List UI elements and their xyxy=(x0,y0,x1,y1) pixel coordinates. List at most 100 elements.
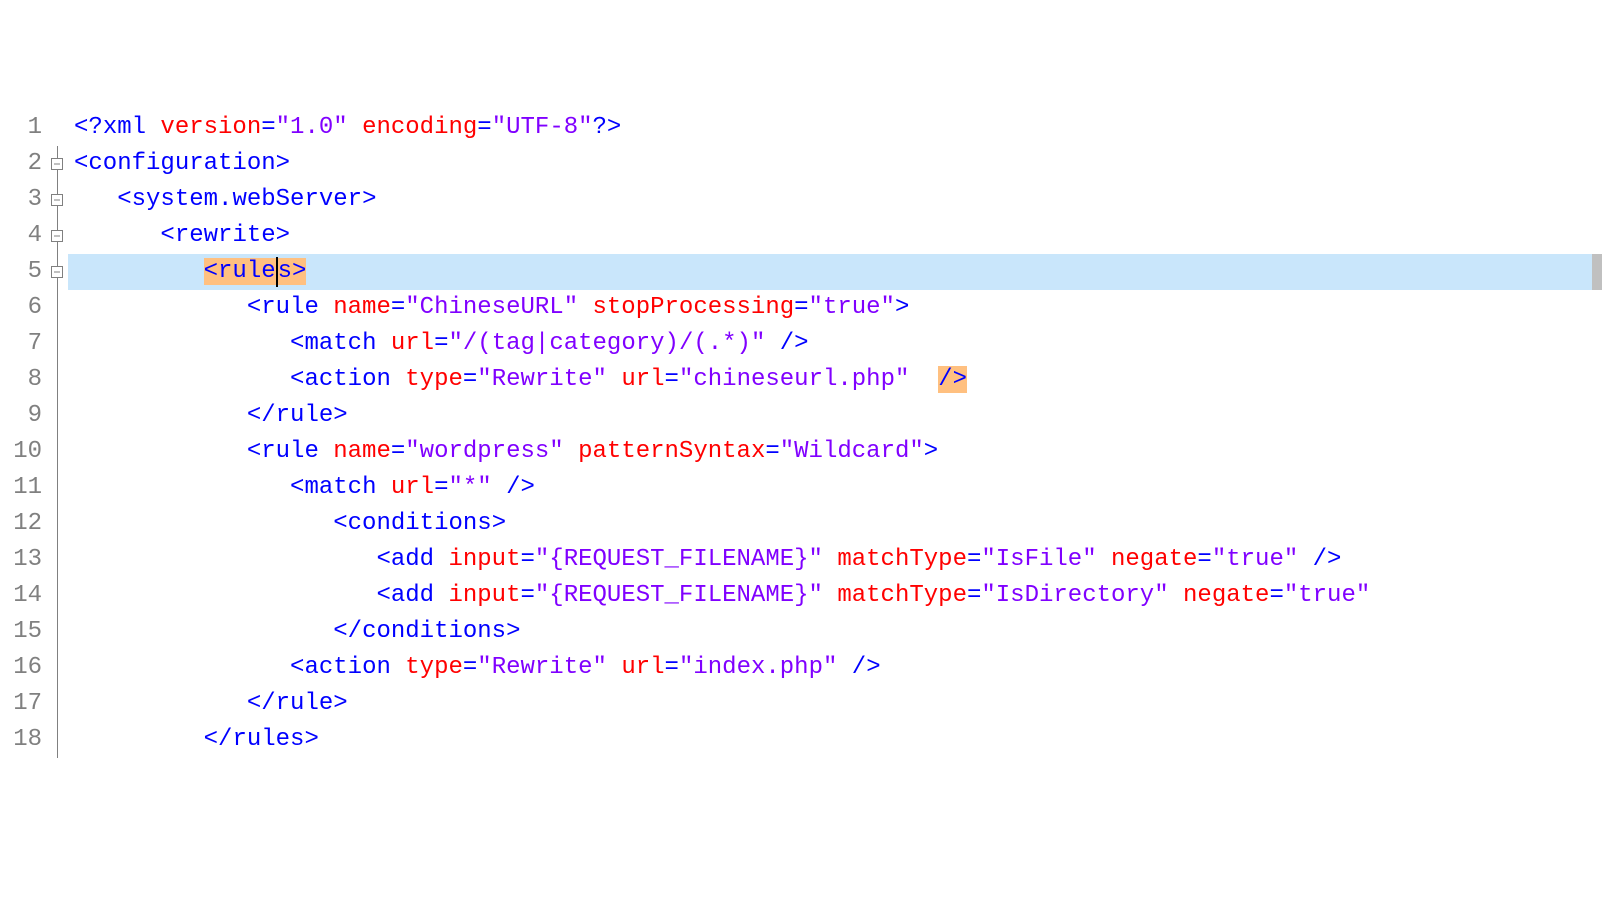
token: "1.0" xyxy=(276,114,348,141)
token: type xyxy=(405,654,463,681)
code-line[interactable]: <action type="Rewrite" url="chineseurl.p… xyxy=(68,362,1602,398)
token: > xyxy=(276,222,290,249)
code-line[interactable]: <system.webServer> xyxy=(68,182,1602,218)
fold-cell[interactable] xyxy=(48,506,68,542)
fold-cell[interactable] xyxy=(48,110,68,146)
token: url xyxy=(391,330,434,357)
token: = xyxy=(665,654,679,681)
token: /> xyxy=(1298,546,1341,573)
code-editor[interactable]: 123456789101112131415161718 <?xml versio… xyxy=(0,108,1602,780)
token xyxy=(578,294,592,321)
token: input xyxy=(448,546,520,573)
token: "chineseurl.php" xyxy=(679,366,909,393)
fold-cell[interactable] xyxy=(48,398,68,434)
token: </ xyxy=(247,402,276,429)
token: < xyxy=(290,366,304,393)
code-line[interactable]: <conditions> xyxy=(68,506,1602,542)
token: = xyxy=(391,294,405,321)
code-line[interactable]: <add input="{REQUEST_FILENAME}" matchTyp… xyxy=(68,578,1602,614)
code-line[interactable]: <add input="{REQUEST_FILENAME}" matchTyp… xyxy=(68,542,1602,578)
token: = xyxy=(261,114,275,141)
line-number: 11 xyxy=(0,470,48,506)
token: < xyxy=(376,546,390,573)
token xyxy=(564,438,578,465)
fold-cell[interactable] xyxy=(48,650,68,686)
token: < xyxy=(204,258,218,285)
token: stopProcessing xyxy=(593,294,795,321)
line-number-gutter: 123456789101112131415161718 xyxy=(0,108,48,780)
fold-cell[interactable] xyxy=(48,578,68,614)
fold-cell[interactable] xyxy=(48,290,68,326)
token: rule xyxy=(276,402,334,429)
line-number: 4 xyxy=(0,218,48,254)
code-line[interactable]: <match url="/(tag|category)/(.*)" /> xyxy=(68,326,1602,362)
fold-cell[interactable] xyxy=(48,254,68,290)
fold-cell[interactable] xyxy=(48,218,68,254)
token: "Rewrite" xyxy=(477,654,607,681)
code-line[interactable]: </conditions> xyxy=(68,614,1602,650)
code-line[interactable]: </rule> xyxy=(68,686,1602,722)
token: /> xyxy=(938,366,967,393)
line-number: 13 xyxy=(0,542,48,578)
token: "{REQUEST_FILENAME}" xyxy=(535,582,823,609)
token xyxy=(1169,582,1183,609)
code-line[interactable]: </rule> xyxy=(68,398,1602,434)
token: action xyxy=(304,654,405,681)
token: > xyxy=(895,294,909,321)
fold-cell[interactable] xyxy=(48,326,68,362)
line-number: 6 xyxy=(0,290,48,326)
fold-cell[interactable] xyxy=(48,182,68,218)
token: ?> xyxy=(593,114,622,141)
token: match xyxy=(304,474,390,501)
token: = xyxy=(463,366,477,393)
code-line[interactable]: <rules> xyxy=(68,254,1602,290)
fold-cell[interactable] xyxy=(48,686,68,722)
line-number: 10 xyxy=(0,434,48,470)
token xyxy=(823,582,837,609)
fold-cell[interactable] xyxy=(48,146,68,182)
token: < xyxy=(160,222,174,249)
code-area[interactable]: <?xml version="1.0" encoding="UTF-8"?><c… xyxy=(68,108,1602,780)
fold-cell[interactable] xyxy=(48,434,68,470)
fold-cell[interactable] xyxy=(48,470,68,506)
code-line[interactable]: <rule name="wordpress" patternSyntax="Wi… xyxy=(68,434,1602,470)
line-number: 16 xyxy=(0,650,48,686)
code-line[interactable]: <match url="*" /> xyxy=(68,470,1602,506)
token: /> xyxy=(765,330,808,357)
token: rules xyxy=(232,726,304,753)
token: < xyxy=(333,510,347,537)
token: < xyxy=(74,150,88,177)
token: version xyxy=(160,114,261,141)
line-number: 9 xyxy=(0,398,48,434)
token xyxy=(909,366,938,393)
code-line[interactable]: <rewrite> xyxy=(68,218,1602,254)
fold-column[interactable] xyxy=(48,108,68,780)
line-number: 8 xyxy=(0,362,48,398)
line-number: 2 xyxy=(0,146,48,182)
token: </ xyxy=(247,690,276,717)
token xyxy=(607,366,621,393)
code-line[interactable]: <?xml version="1.0" encoding="UTF-8"?> xyxy=(68,110,1602,146)
fold-cell[interactable] xyxy=(48,362,68,398)
code-line[interactable]: <action type="Rewrite" url="index.php" /… xyxy=(68,650,1602,686)
token: conditions xyxy=(348,510,492,537)
fold-cell[interactable] xyxy=(48,722,68,758)
code-line[interactable]: </rules> xyxy=(68,722,1602,758)
fold-cell[interactable] xyxy=(48,614,68,650)
code-line[interactable]: <configuration> xyxy=(68,146,1602,182)
token: > xyxy=(333,402,347,429)
token: matchType xyxy=(837,546,967,573)
token: negate xyxy=(1183,582,1269,609)
token: patternSyntax xyxy=(578,438,765,465)
token: configuration xyxy=(88,150,275,177)
token xyxy=(607,654,621,681)
token: rule xyxy=(261,438,333,465)
token: = xyxy=(391,438,405,465)
token: = xyxy=(665,366,679,393)
token: "Wildcard" xyxy=(780,438,924,465)
token: = xyxy=(794,294,808,321)
token: </ xyxy=(204,726,233,753)
token: add xyxy=(391,546,449,573)
code-line[interactable]: <rule name="ChineseURL" stopProcessing="… xyxy=(68,290,1602,326)
fold-cell[interactable] xyxy=(48,542,68,578)
